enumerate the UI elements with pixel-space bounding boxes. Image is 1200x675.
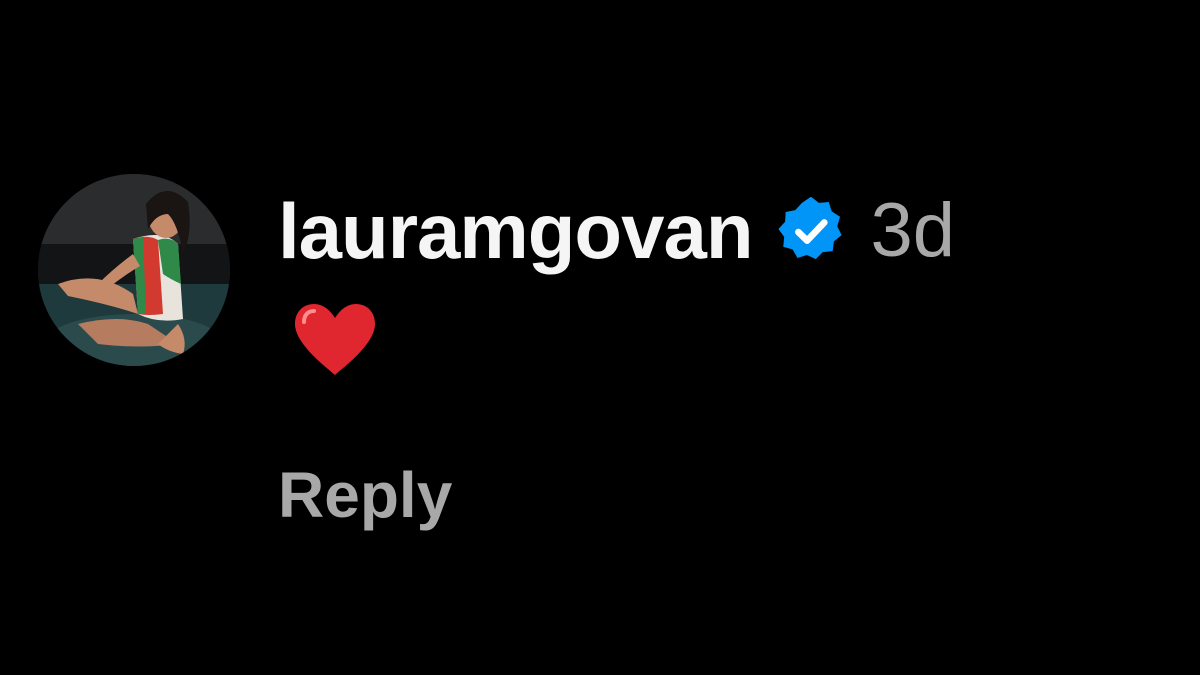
- reply-button[interactable]: Reply: [278, 455, 452, 535]
- avatar-photo-icon: [38, 174, 230, 366]
- comment-text: [290, 300, 380, 380]
- avatar[interactable]: [38, 174, 230, 366]
- comment-item: lauramgovan 3d Reply: [0, 0, 1200, 675]
- timestamp: 3d: [870, 188, 956, 273]
- verified-badge-icon: [774, 194, 848, 268]
- red-heart-icon: [295, 304, 375, 375]
- username-link[interactable]: lauramgovan: [278, 186, 753, 276]
- comment-header: lauramgovan 3d: [278, 186, 955, 276]
